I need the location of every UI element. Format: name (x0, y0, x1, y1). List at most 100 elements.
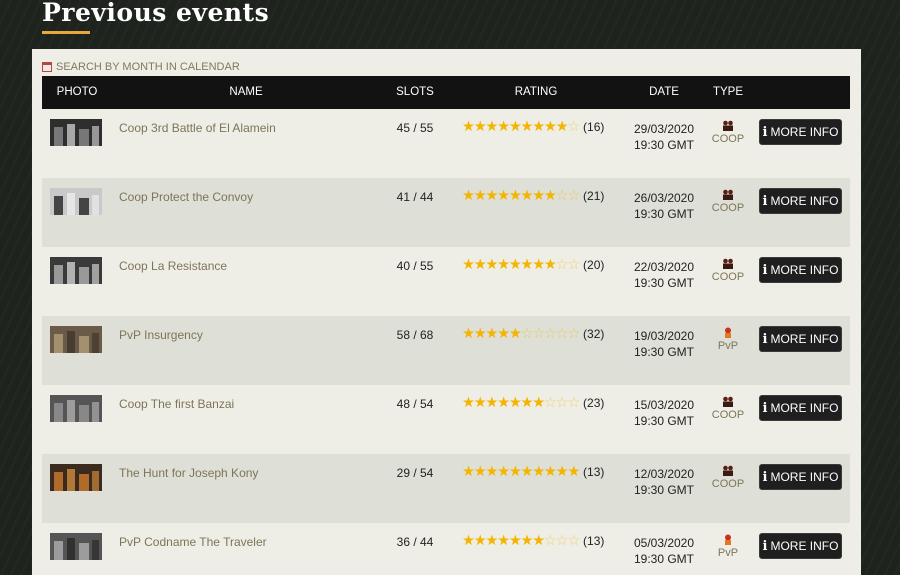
event-photo[interactable] (50, 188, 102, 215)
info-icon: i (762, 193, 768, 209)
more-info-button[interactable]: i MORE INFO (759, 395, 842, 421)
rating-stars: ★★★★★★★★☆☆ (462, 257, 580, 273)
rating-star-icon: ★ (485, 395, 498, 411)
table-row: Coop La Resistance 40 / 55 ★★★★★★★★☆☆ (20) 2… (42, 247, 850, 316)
event-name-link[interactable]: Coop La Resistance (119, 259, 227, 273)
event-name-link[interactable]: Coop 3rd Battle of El Alamein (119, 121, 276, 135)
calendar-link-label: SEARCH BY MONTH IN CALENDAR (56, 61, 240, 73)
rating-star-icon: ★ (462, 464, 475, 480)
rating-star-icon: ★ (462, 533, 475, 549)
more-info-button[interactable]: i MORE INFO (759, 188, 842, 214)
event-date-day: 26/03/2020 (633, 191, 695, 205)
event-slots: 45 / 55 (396, 121, 434, 135)
rating-star-icon: ★ (520, 257, 534, 273)
event-rating: ★★★★★★★★☆☆ (20) (462, 257, 604, 273)
more-info-button[interactable]: i MORE INFO (759, 533, 842, 559)
rating-star-icon: ★ (532, 395, 545, 411)
rating-star-icon: ★ (508, 533, 522, 549)
event-name-link[interactable]: Coop Protect the Convoy (119, 190, 253, 204)
rating-star-icon: ★ (473, 326, 487, 342)
info-icon: i (762, 262, 768, 278)
calendar-search-link[interactable]: SEARCH BY MONTH IN CALENDAR (42, 61, 240, 73)
event-name-link[interactable]: PvP Codname The Traveler (119, 535, 267, 549)
rating-star-icon: ★ (462, 326, 475, 342)
header-photo: PHOTO (56, 86, 98, 98)
event-name-link[interactable]: Coop The first Banzai (119, 397, 234, 411)
rating-star-icon: ★ (532, 533, 545, 549)
event-rating: ★★★★★★★☆☆☆ (23) (462, 395, 604, 411)
coop-icon (723, 189, 733, 200)
rating-star-icon: ★ (508, 326, 522, 342)
rating-star-icon: ☆ (567, 257, 580, 273)
event-photo[interactable] (50, 257, 102, 284)
table-row: Coop 3rd Battle of El Alamein 45 / 55 ★★★★… (42, 109, 850, 178)
pvp-icon (725, 327, 731, 338)
info-icon: i (762, 400, 768, 416)
event-type-label: PvP (717, 547, 739, 559)
event-slots: 36 / 44 (396, 535, 434, 549)
rating-count: (32) (583, 327, 605, 341)
event-date-time: 19:30 GMT (633, 414, 695, 428)
header-date: DATE (649, 86, 679, 98)
more-info-button[interactable]: i MORE INFO (759, 326, 842, 352)
event-type: PvP (708, 327, 748, 352)
rating-star-icon: ★ (497, 326, 510, 342)
event-rating: ★★★★★★★★☆☆ (21) (462, 188, 604, 204)
event-type-label: PvP (717, 340, 739, 352)
rating-star-icon: ★ (462, 257, 475, 273)
rating-star-icon: ★ (473, 188, 487, 204)
event-slots: 41 / 44 (396, 190, 434, 204)
more-info-button[interactable]: i MORE INFO (759, 119, 842, 145)
event-type: COOP (708, 258, 748, 283)
more-info-button[interactable]: i MORE INFO (759, 257, 842, 283)
rating-star-icon: ★ (485, 464, 498, 480)
rating-star-icon: ★ (485, 533, 498, 549)
info-icon: i (762, 538, 768, 554)
rating-stars: ★★★★★★★★★☆ (462, 119, 580, 135)
rating-star-icon: ★ (473, 533, 487, 549)
coop-icon (723, 120, 733, 131)
rating-star-icon: ☆ (567, 326, 580, 342)
event-date: 22/03/2020 19:30 GMT (634, 259, 694, 291)
rating-count: (21) (583, 189, 605, 203)
event-photo[interactable] (50, 395, 102, 422)
rating-star-icon: ★ (508, 395, 522, 411)
event-photo[interactable] (50, 464, 102, 491)
event-date-day: 05/03/2020 (633, 536, 695, 550)
event-photo[interactable] (50, 533, 102, 560)
event-photo[interactable] (50, 119, 102, 146)
event-name-link[interactable]: The Hunt for Joseph Kony (119, 466, 258, 480)
rating-star-icon: ★ (532, 119, 545, 135)
rating-star-icon: ★ (567, 464, 580, 480)
rating-star-icon: ☆ (567, 533, 580, 549)
rating-star-icon: ★ (532, 464, 545, 480)
rating-stars: ★★★★★★★☆☆☆ (462, 395, 580, 411)
rating-star-icon: ☆ (555, 533, 569, 549)
rating-star-icon: ☆ (555, 257, 569, 273)
coop-icon (723, 465, 733, 476)
more-info-button[interactable]: i MORE INFO (759, 464, 842, 490)
event-name-link[interactable]: PvP Insurgency (119, 328, 203, 342)
rating-star-icon: ★ (555, 119, 569, 135)
event-photo[interactable] (50, 326, 102, 353)
table-header: PHOTO NAME SLOTS RATING DATE TYPE (42, 76, 850, 109)
event-date-time: 19:30 GMT (633, 483, 695, 497)
table-row: Coop Protect the Convoy 41 / 44 ★★★★★★★★☆☆… (42, 178, 850, 247)
more-info-label: MORE INFO (770, 470, 839, 484)
event-date-time: 19:30 GMT (633, 207, 695, 221)
event-date-time: 19:30 GMT (633, 345, 695, 359)
event-type: COOP (708, 396, 748, 421)
info-icon: i (762, 469, 768, 485)
event-rating: ★★★★★☆☆☆☆☆ (32) (462, 326, 604, 342)
rating-stars: ★★★★★★★☆☆☆ (462, 533, 580, 549)
rating-count: (16) (583, 120, 605, 134)
rating-star-icon: ★ (485, 119, 498, 135)
events-table-body: Coop 3rd Battle of El Alamein 45 / 55 ★★★★… (42, 109, 850, 575)
event-slots: 40 / 55 (396, 259, 434, 273)
calendar-icon (42, 62, 52, 72)
rating-count: (20) (583, 258, 605, 272)
event-date: 26/03/2020 19:30 GMT (634, 190, 694, 222)
rating-star-icon: ★ (485, 188, 498, 204)
rating-star-icon: ★ (532, 188, 545, 204)
rating-star-icon: ★ (497, 395, 510, 411)
